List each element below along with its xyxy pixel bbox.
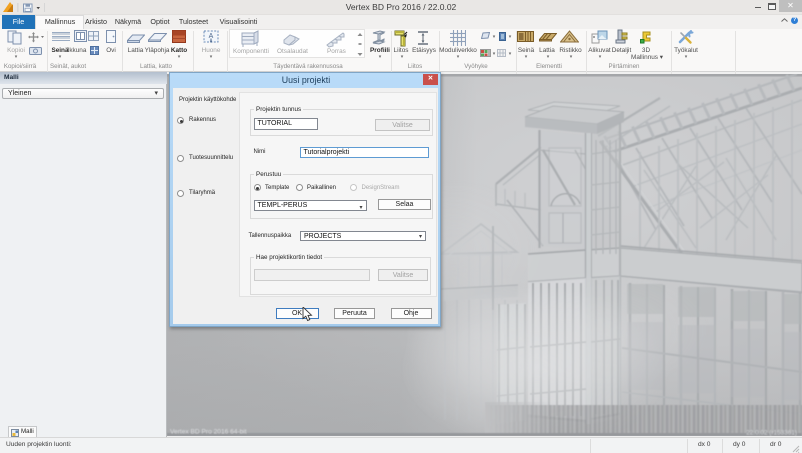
svg-text:22.0.02 (r153361): 22.0.02 (r153361) xyxy=(746,430,797,437)
svg-text:Vertex BD Pro 2016 64-bit: Vertex BD Pro 2016 64-bit xyxy=(170,429,247,436)
